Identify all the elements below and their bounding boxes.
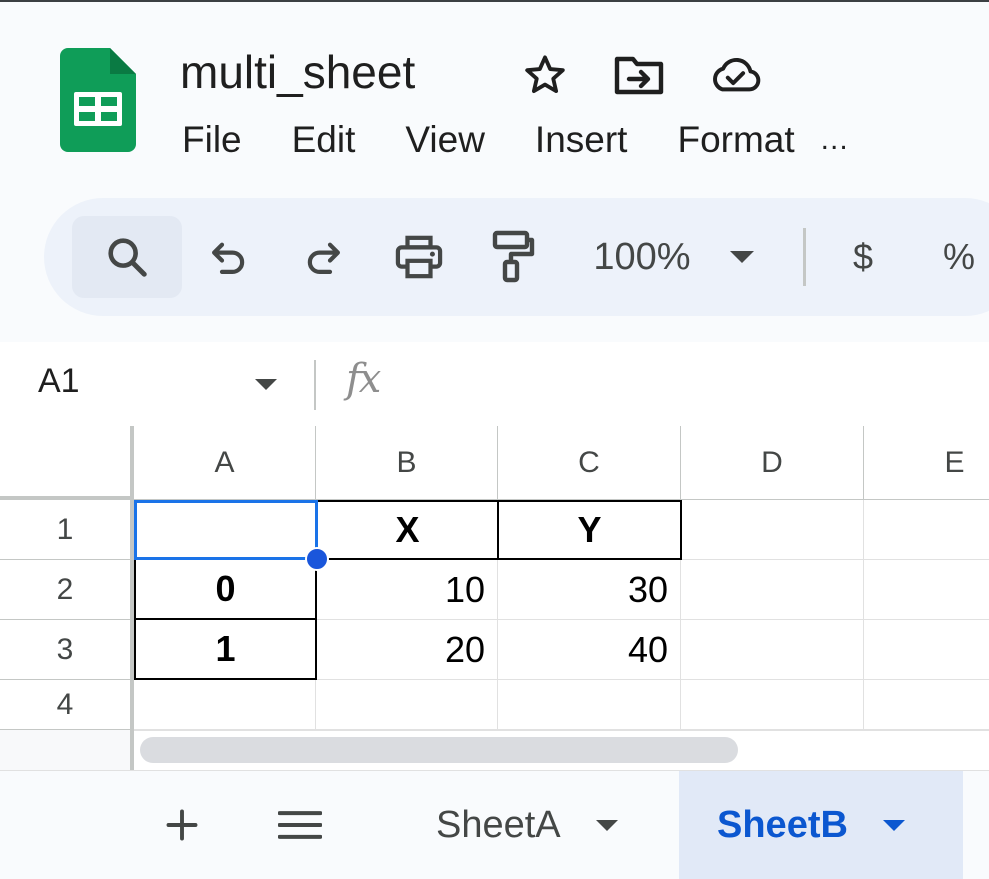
- scrollbar-corner: [0, 730, 134, 770]
- zoom-value: 100%: [593, 235, 691, 278]
- formula-bar: A1 fx: [0, 342, 989, 426]
- sheet-tab-sheetb[interactable]: SheetB: [679, 771, 963, 879]
- zoom-select[interactable]: 100%: [584, 216, 764, 298]
- search-icon: [108, 238, 147, 277]
- column-header-a[interactable]: A: [134, 426, 316, 500]
- undo-button[interactable]: [194, 216, 264, 298]
- menu-view[interactable]: View: [405, 116, 485, 164]
- redo-icon: [307, 242, 340, 274]
- cell-c4[interactable]: [498, 680, 681, 730]
- name-box-caret-down-icon[interactable]: [254, 378, 278, 391]
- select-all-corner[interactable]: [0, 426, 134, 500]
- cell-b1[interactable]: X: [316, 500, 499, 560]
- print-icon: [395, 235, 443, 279]
- cell-e1[interactable]: [864, 500, 989, 560]
- menu-edit[interactable]: Edit: [292, 116, 356, 164]
- currency-icon: $: [852, 236, 874, 277]
- row-header-1[interactable]: 1: [0, 500, 134, 560]
- paint-format-icon: [492, 230, 535, 283]
- toolbar: 100% $ %: [44, 198, 989, 316]
- sheet-tab-label: SheetA: [436, 804, 561, 846]
- sheet-tab-bar: SheetA SheetB: [0, 770, 989, 879]
- cell-d4[interactable]: [681, 680, 864, 730]
- paint-format-button[interactable]: [478, 216, 548, 298]
- format-percent-button[interactable]: %: [924, 216, 989, 298]
- sheet-tab-sheeta[interactable]: SheetA: [398, 771, 678, 879]
- cell-e3[interactable]: [864, 620, 989, 680]
- row-header-4[interactable]: 4: [0, 680, 134, 730]
- menu-bar: File Edit View Insert Format ...: [182, 116, 899, 164]
- horizontal-scrollbar-thumb[interactable]: [140, 737, 738, 763]
- cell-c2[interactable]: 30: [498, 560, 681, 620]
- cell-c1[interactable]: Y: [497, 500, 682, 560]
- column-header-e[interactable]: E: [864, 426, 989, 500]
- formula-bar-separator: [314, 360, 316, 410]
- cell-e2[interactable]: [864, 560, 989, 620]
- name-box[interactable]: A1: [38, 362, 80, 401]
- row-header-3[interactable]: 3: [0, 620, 134, 680]
- cell-selection-outline: [134, 500, 318, 560]
- cell-a3[interactable]: 1: [134, 618, 317, 680]
- menu-more-icon[interactable]: ...: [821, 116, 849, 164]
- move-to-folder-icon[interactable]: [612, 50, 666, 100]
- caret-down-icon: [882, 820, 905, 831]
- cell-d3[interactable]: [681, 620, 864, 680]
- sheet-tab-label: SheetB: [717, 804, 848, 846]
- all-sheets-button[interactable]: [268, 793, 332, 857]
- menu-format[interactable]: Format: [677, 116, 794, 164]
- cell-d2[interactable]: [681, 560, 864, 620]
- window-top-edge: [0, 0, 989, 2]
- document-title[interactable]: multi_sheet: [180, 44, 415, 100]
- format-currency-button[interactable]: $: [828, 216, 898, 298]
- menu-insert[interactable]: Insert: [535, 116, 628, 164]
- column-header-b[interactable]: B: [316, 426, 498, 500]
- search-menus-button[interactable]: [72, 216, 182, 298]
- cell-a4[interactable]: [134, 680, 316, 730]
- caret-down-icon: [729, 251, 754, 263]
- cloud-saved-icon[interactable]: [708, 50, 762, 100]
- cell-c3[interactable]: 40: [498, 620, 681, 680]
- fill-handle[interactable]: [305, 547, 329, 571]
- fx-icon: fx: [346, 356, 381, 402]
- row-header-2[interactable]: 2: [0, 560, 134, 620]
- percent-icon: %: [942, 236, 975, 277]
- column-header-c[interactable]: C: [498, 426, 681, 500]
- sheets-logo-icon[interactable]: [60, 48, 136, 152]
- toolbar-separator: [803, 228, 806, 286]
- menu-lines-icon: [278, 811, 322, 839]
- cell-b2[interactable]: 10: [317, 560, 498, 620]
- undo-icon: [212, 242, 245, 274]
- redo-button[interactable]: [288, 216, 358, 298]
- caret-down-icon: [595, 820, 618, 831]
- cell-a2[interactable]: 0: [134, 558, 317, 620]
- cell-b4[interactable]: [316, 680, 498, 730]
- cell-d1[interactable]: [682, 500, 864, 560]
- menu-file[interactable]: File: [182, 116, 242, 164]
- column-header-d[interactable]: D: [681, 426, 864, 500]
- cell-b3[interactable]: 20: [317, 620, 498, 680]
- print-button[interactable]: [384, 216, 454, 298]
- spreadsheet-grid: A B C D E 1 2 3 4 X Y 0 10 30 1 20 40: [0, 426, 989, 770]
- cell-e4[interactable]: [864, 680, 989, 730]
- add-sheet-button[interactable]: [150, 793, 214, 857]
- star-icon[interactable]: [518, 50, 572, 100]
- plus-icon: [166, 809, 198, 841]
